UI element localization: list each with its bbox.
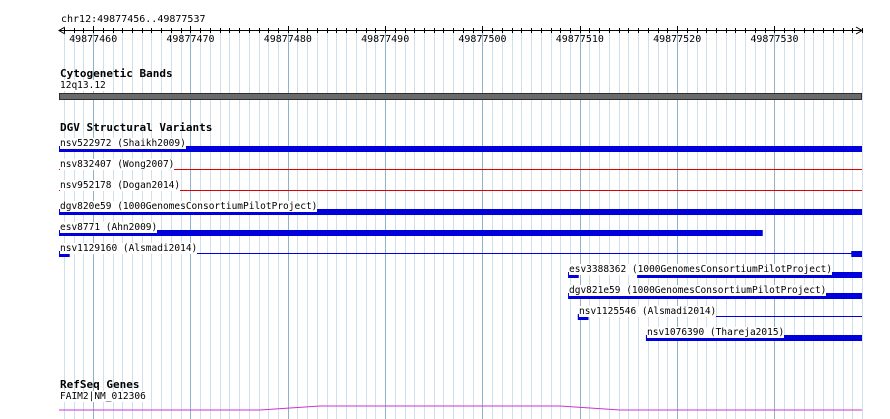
track-title-refseq[interactable]: RefSeq Genes xyxy=(60,378,139,391)
dgv-variant-label[interactable]: nsv952178 (Dogan2014) xyxy=(60,180,181,191)
cytoband-label: 12q13.12 xyxy=(60,80,106,91)
ruler-tick-label: 49877500 xyxy=(458,34,507,45)
ruler-tick-label: 49877510 xyxy=(555,34,604,45)
dgv-variant-label[interactable]: nsv522972 (Shaikh2009) xyxy=(60,138,186,149)
ruler-tick-label: 49877480 xyxy=(263,34,312,45)
dgv-variant-label[interactable]: nsv1129160 (Alsmadi2014) xyxy=(60,243,198,254)
dgv-variant-label[interactable]: esv8771 (Ahn2009) xyxy=(60,222,158,233)
dgv-variant-label[interactable]: dgv821e59 (1000GenomesConsortiumPilotPro… xyxy=(569,285,827,296)
refseq-gene-intron xyxy=(59,405,862,411)
ruler-tick-label: 49877460 xyxy=(69,34,118,45)
dgv-variant-label[interactable]: esv3388362 (1000GenomesConsortiumPilotPr… xyxy=(569,264,833,275)
dgv-variant-label[interactable]: nsv1076390 (Thareja2015) xyxy=(647,327,785,338)
dgv-variant-block xyxy=(851,251,862,257)
ruler-tick-label: 49877530 xyxy=(750,34,799,45)
ruler-tick-label: 49877470 xyxy=(166,34,215,45)
cytoband-bar[interactable] xyxy=(59,93,862,100)
dgv-variant-label[interactable]: nsv832407 (Wong2007) xyxy=(60,159,175,170)
track-title-dgv[interactable]: DGV Structural Variants xyxy=(60,121,212,134)
location-readout: chr12:49877456..49877537 xyxy=(61,14,206,25)
dgv-variant-label[interactable]: dgv820e59 (1000GenomesConsortiumPilotPro… xyxy=(60,201,318,212)
track-title-cytoband[interactable]: Cytogenetic Bands xyxy=(60,67,173,80)
dgv-variant-label[interactable]: nsv1125546 (Alsmadi2014) xyxy=(579,306,717,317)
ruler-tick-label: 49877490 xyxy=(361,34,410,45)
ruler-tick-label: 49877520 xyxy=(653,34,702,45)
dgv-variant-bar xyxy=(59,230,763,236)
refseq-gene-label[interactable]: FAIM2|NM_012306 xyxy=(60,391,146,402)
